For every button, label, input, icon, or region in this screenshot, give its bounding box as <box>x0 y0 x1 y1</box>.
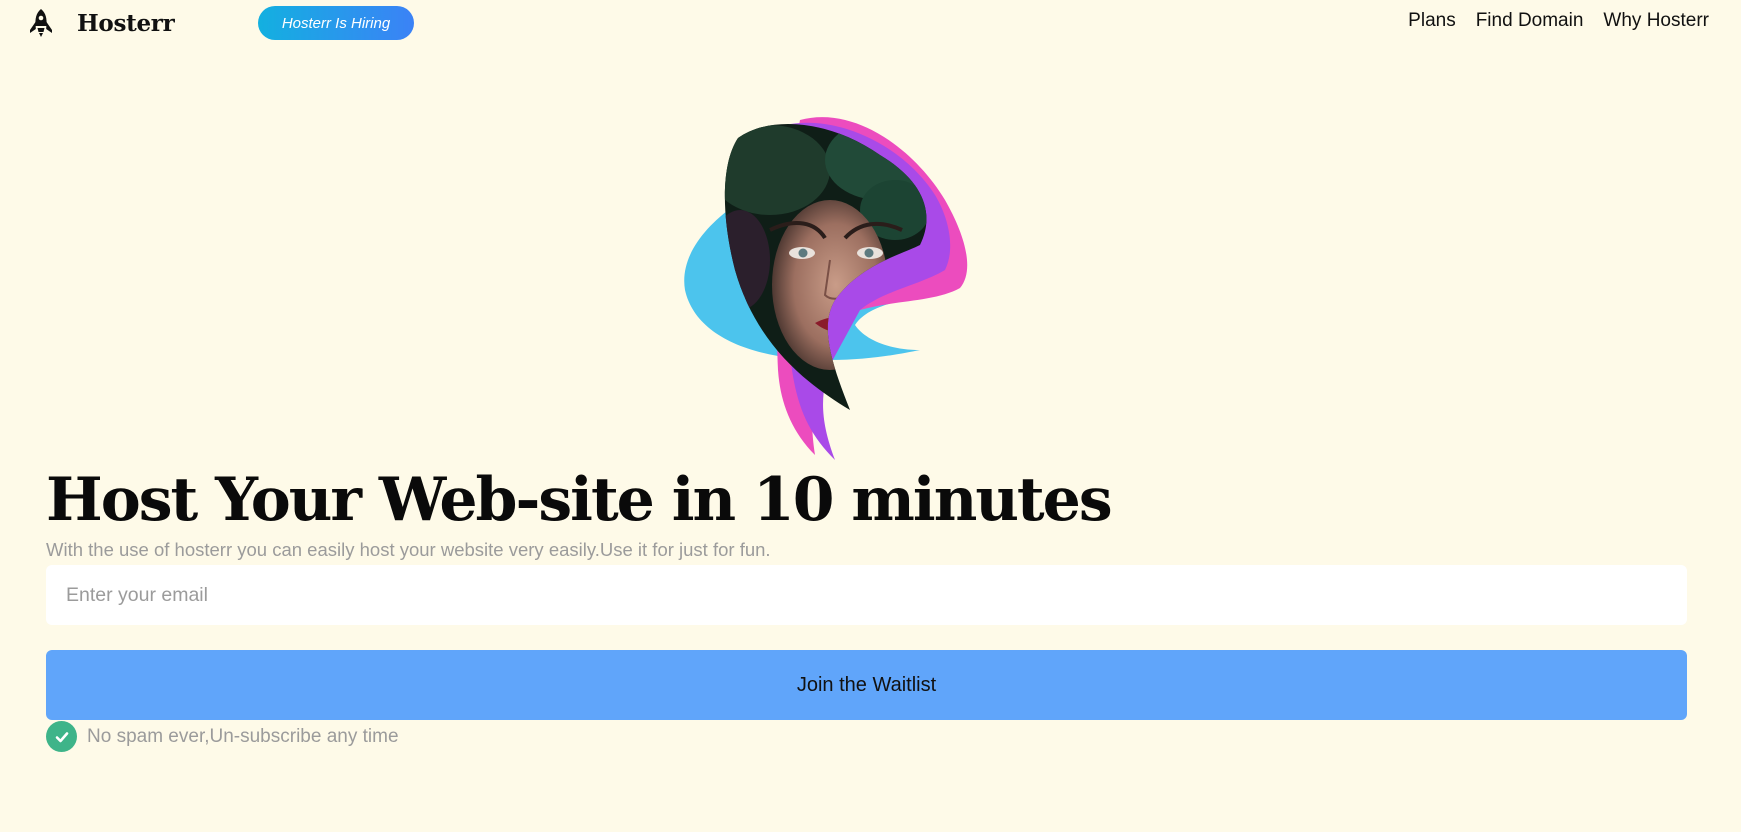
logo-link[interactable] <box>27 8 55 38</box>
brand-name[interactable]: Hosterr <box>77 10 175 37</box>
hiring-button[interactable]: Hosterr Is Hiring <box>258 6 414 40</box>
hero-illustration <box>684 117 968 460</box>
nospam-text: No spam ever,Un-subscribe any time <box>87 725 399 747</box>
check-circle-icon <box>46 721 77 752</box>
rocket-icon <box>30 9 52 37</box>
main-nav: Plans Find Domain Why Hosterr <box>1408 10 1709 32</box>
email-input[interactable] <box>46 565 1687 625</box>
hero-headline: Host Your Web-site in 10 minutes <box>46 465 1113 535</box>
site-header: Hosterr Hosterr Is Hiring Plans Find Dom… <box>0 0 1741 48</box>
nav-why-hosterr[interactable]: Why Hosterr <box>1603 10 1709 32</box>
join-waitlist-button[interactable]: Join the Waitlist <box>46 650 1687 720</box>
nospam-note: No spam ever,Un-subscribe any time <box>46 721 399 752</box>
nav-plans[interactable]: Plans <box>1408 10 1456 32</box>
nav-find-domain[interactable]: Find Domain <box>1476 10 1584 32</box>
hero-subtext: With the use of hosterr you can easily h… <box>46 539 771 560</box>
